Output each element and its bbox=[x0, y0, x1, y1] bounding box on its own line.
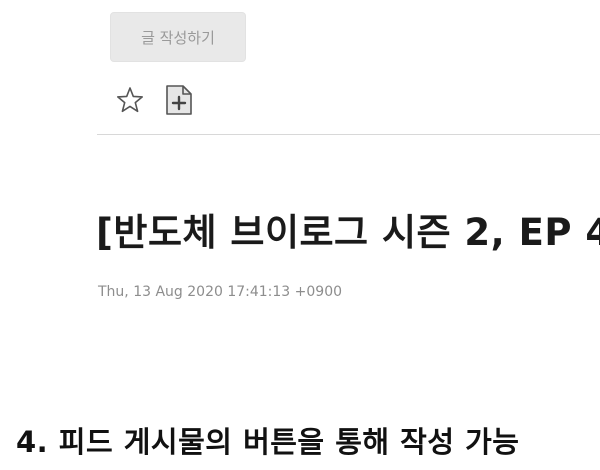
post-date: Thu, 13 Aug 2020 17:41:13 +0900 bbox=[98, 284, 343, 300]
star-icon[interactable] bbox=[116, 86, 144, 114]
post-title: [반도체 브이로그 시즌 2, EP 4] bbox=[96, 211, 600, 254]
header-divider bbox=[97, 134, 600, 135]
write-post-button[interactable]: 글 작성하기 bbox=[110, 12, 246, 62]
add-document-icon[interactable] bbox=[164, 84, 194, 116]
section-heading: 4. 피드 게시물의 버튼을 통해 작성 가능 bbox=[16, 425, 520, 459]
